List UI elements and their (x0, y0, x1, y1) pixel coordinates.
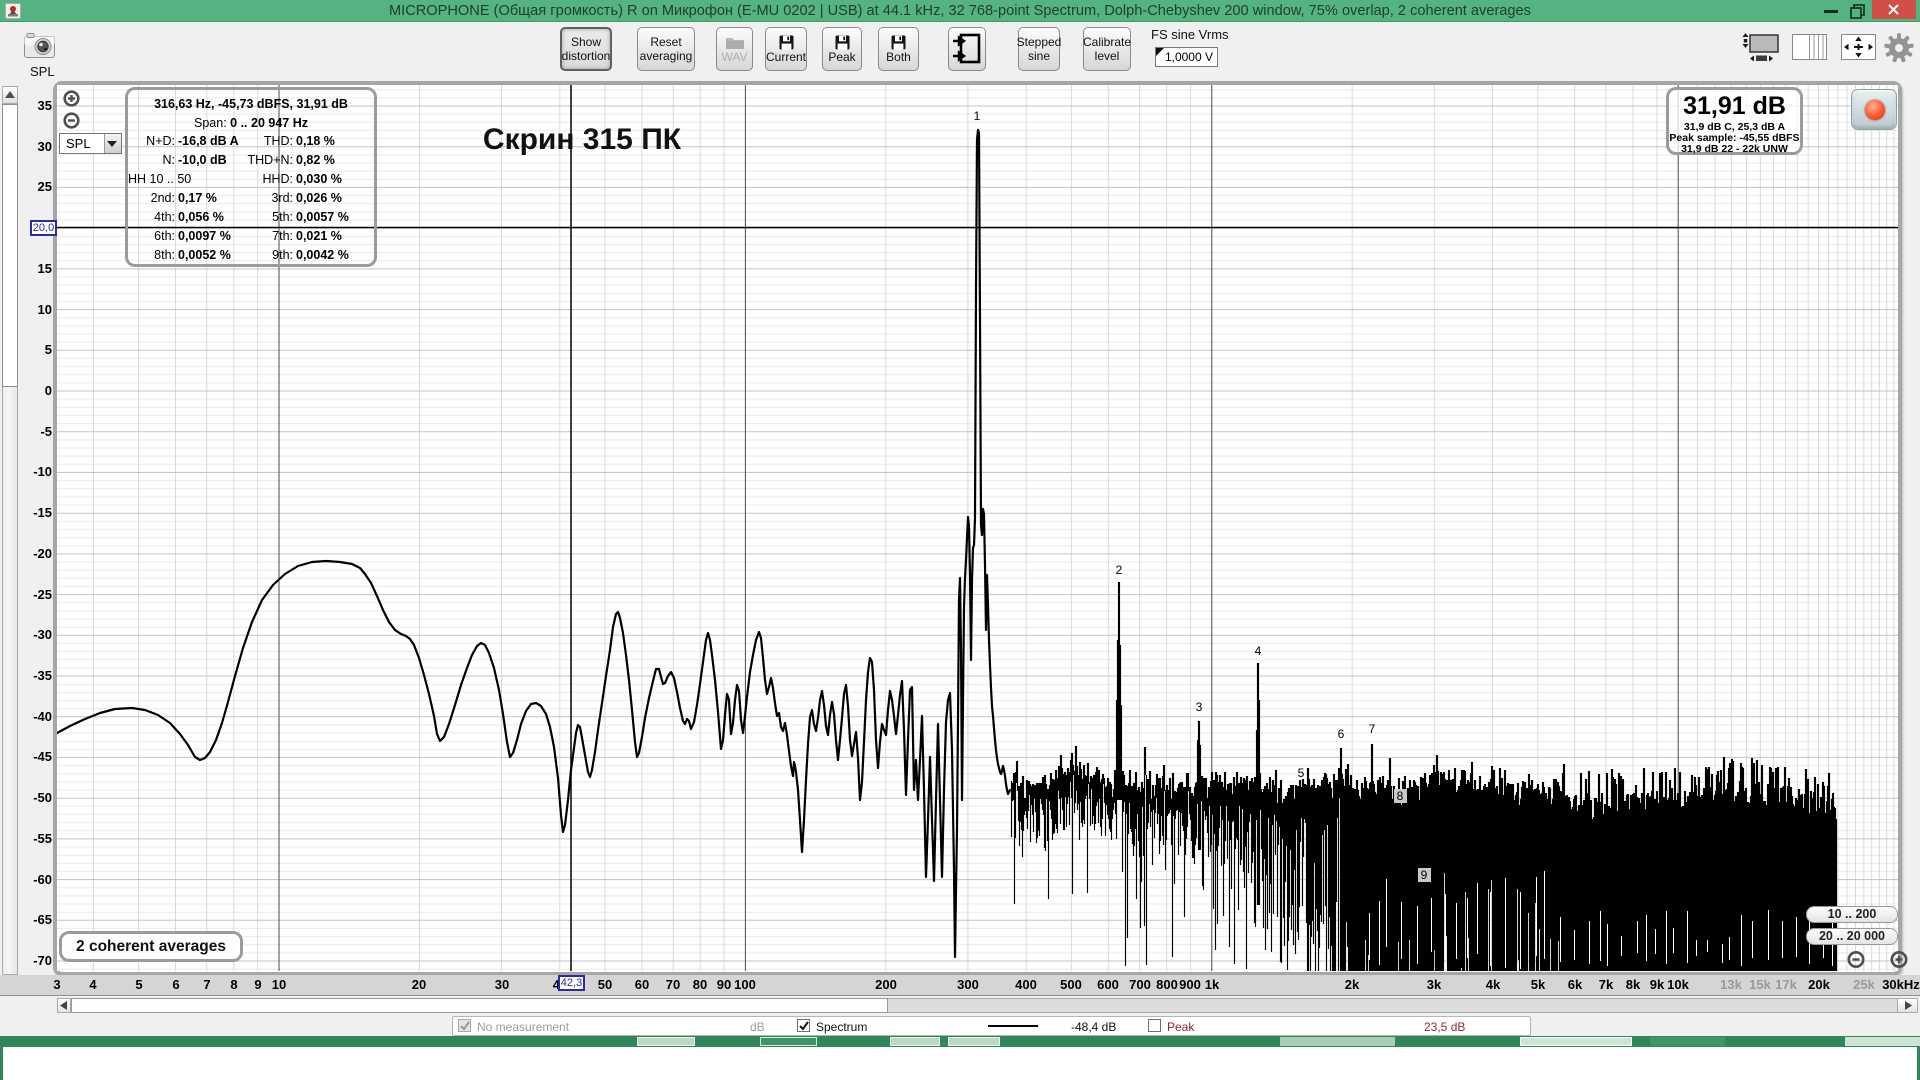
svg-text:3: 3 (1196, 700, 1203, 714)
svg-text:8: 8 (1397, 789, 1404, 803)
svg-text:5: 5 (1298, 766, 1305, 780)
svg-text:1: 1 (974, 109, 981, 123)
svg-text:9: 9 (1421, 868, 1428, 882)
svg-text:7: 7 (1369, 722, 1376, 736)
svg-text:4: 4 (1255, 644, 1262, 658)
svg-text:6: 6 (1338, 727, 1345, 741)
svg-text:2: 2 (1116, 563, 1123, 577)
